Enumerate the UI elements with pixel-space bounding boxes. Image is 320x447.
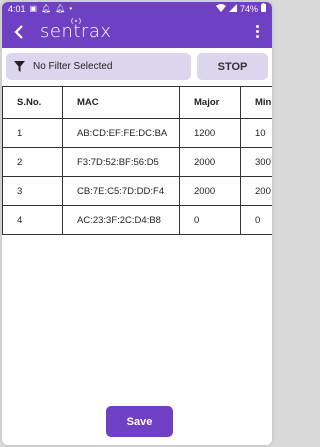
save-button[interactable]: Save [106, 406, 173, 437]
back-arrow-icon[interactable] [8, 21, 30, 43]
filter-row: No Filter Selected STOP [2, 48, 272, 80]
cell-major: 2000 [179, 147, 241, 177]
table-row[interactable]: 2 F3:7D:52:BF:56:D5 2000 300 [2, 147, 272, 177]
filter-label: No Filter Selected [33, 61, 113, 72]
cell-minor: 0 [240, 205, 272, 235]
bell-icon: 🔔︎ [41, 3, 52, 13]
status-left: 4:01 ▣ 🔔︎ 🔔︎ • [8, 4, 72, 14]
cell-sno: 4 [2, 205, 63, 235]
status-bar: 4:01 ▣ 🔔︎ 🔔︎ • 74% [2, 2, 272, 15]
cell-minor: 300 [240, 147, 272, 177]
overflow-menu-icon[interactable] [248, 21, 266, 43]
cell-mac: AC:23:3F:2C:D4:B8 [62, 205, 180, 235]
cell-major: 0 [179, 205, 241, 235]
cell-sno: 1 [2, 118, 63, 148]
battery-percent: 74% [239, 3, 258, 14]
status-time: 4:01 [8, 3, 26, 14]
header-minor: Min [240, 86, 272, 119]
app-bar: sentrax [2, 15, 272, 48]
beacon-table: S.No. MAC Major Min 1 AB:CD:EF:FE:DC:BA … [2, 86, 272, 235]
table-row[interactable]: 3 CB:7E:C5:7D:DD:F4 2000 200 [2, 176, 272, 206]
battery-icon [261, 3, 266, 14]
stop-button[interactable]: STOP [197, 53, 268, 80]
beacon-table-container[interactable]: S.No. MAC Major Min 1 AB:CD:EF:FE:DC:BA … [2, 86, 272, 235]
cell-minor: 200 [240, 176, 272, 206]
wifi-icon [215, 3, 226, 14]
dot-icon: • [69, 3, 73, 13]
cell-mac: F3:7D:52:BF:56:D5 [62, 147, 180, 177]
cell-major: 1200 [179, 118, 241, 148]
signal-wave-icon [71, 17, 81, 24]
header-sno: S.No. [2, 86, 63, 119]
bell-icon-2: 🔔︎ [55, 3, 66, 13]
signal-icon [228, 3, 237, 14]
header-mac: MAC [62, 86, 180, 119]
table-row[interactable]: 1 AB:CD:EF:FE:DC:BA 1200 10 [2, 118, 272, 148]
cell-mac: CB:7E:C5:7D:DD:F4 [62, 176, 180, 206]
cell-major: 2000 [179, 176, 241, 206]
filter-selector[interactable]: No Filter Selected [6, 53, 191, 80]
table-row[interactable]: 4 AC:23:3F:2C:D4:B8 0 0 [2, 205, 272, 235]
cell-sno: 2 [2, 147, 63, 177]
app-logo: sentrax [40, 17, 112, 42]
image-notification-icon: ▣ [29, 3, 38, 13]
cell-sno: 3 [2, 176, 63, 206]
phone-screen: 4:01 ▣ 🔔︎ 🔔︎ • 74% sentrax No Filter Sel… [0, 0, 274, 447]
app-logo-text: sentrax [40, 20, 112, 42]
cell-minor: 10 [240, 118, 272, 148]
header-major: Major [179, 86, 241, 119]
table-header-row: S.No. MAC Major Min [2, 86, 272, 119]
filter-icon [14, 61, 25, 72]
cell-mac: AB:CD:EF:FE:DC:BA [62, 118, 180, 148]
status-right: 74% [215, 3, 266, 14]
